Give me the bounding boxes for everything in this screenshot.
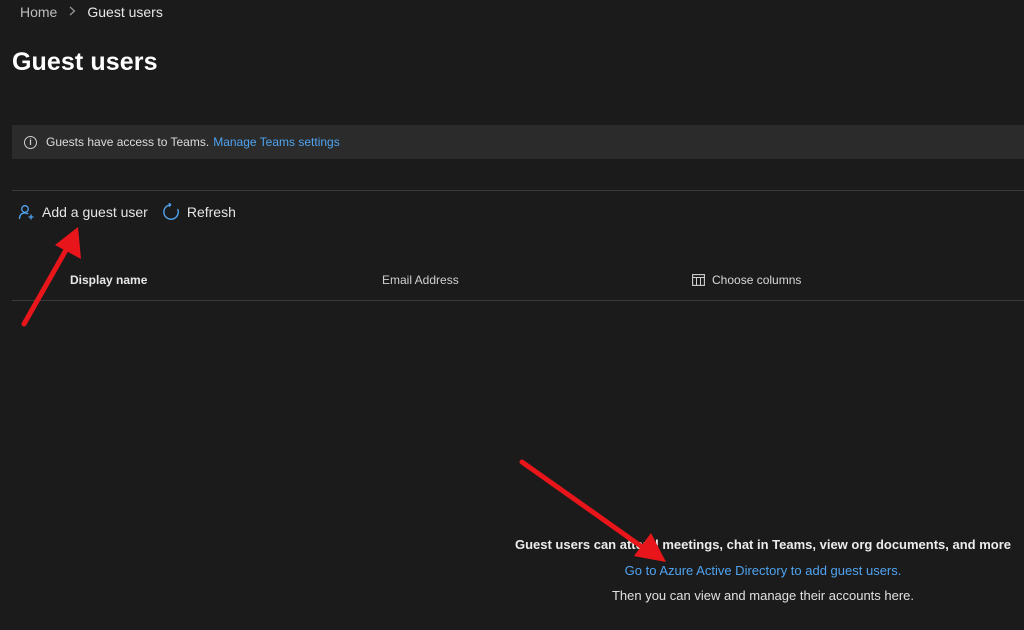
chevron-right-icon [69,5,76,19]
refresh-label: Refresh [186,204,236,220]
info-banner: i Guests have access to Teams. Manage Te… [12,125,1024,159]
add-guest-user-label: Add a guest user [42,204,148,220]
azure-ad-link[interactable]: Go to Azure Active Directory to add gues… [500,563,1024,578]
manage-teams-settings-link[interactable]: Manage Teams settings [213,135,340,149]
guest-users-page: Home Guest users Guest users i Guests ha… [0,0,1024,630]
column-header-email-address[interactable]: Email Address [382,273,459,287]
add-person-icon [18,204,34,219]
annotation-arrows [21,227,666,562]
column-header-display-name[interactable]: Display name [70,273,147,287]
table-header: Display name Email Address Choose column… [12,266,1024,301]
page-title: Guest users [12,48,158,76]
toolbar: Add a guest user Refresh [18,203,250,221]
empty-state-subtext: Then you can view and manage their accou… [611,588,915,603]
breadcrumb: Home Guest users [20,4,163,20]
columns-icon [692,274,705,286]
refresh-icon [163,203,179,220]
breadcrumb-home-link[interactable]: Home [20,4,57,20]
breadcrumb-current: Guest users [87,4,163,20]
refresh-button[interactable]: Refresh [162,203,236,221]
choose-columns-button[interactable]: Choose columns [692,273,801,287]
empty-state-message: Guest users can attend meetings, chat in… [514,537,1012,552]
add-guest-user-button[interactable]: Add a guest user [18,204,148,221]
choose-columns-label: Choose columns [712,273,802,287]
info-icon: i [24,135,37,149]
section-divider [12,190,1024,191]
info-banner-text: Guests have access to Teams. [46,135,210,149]
